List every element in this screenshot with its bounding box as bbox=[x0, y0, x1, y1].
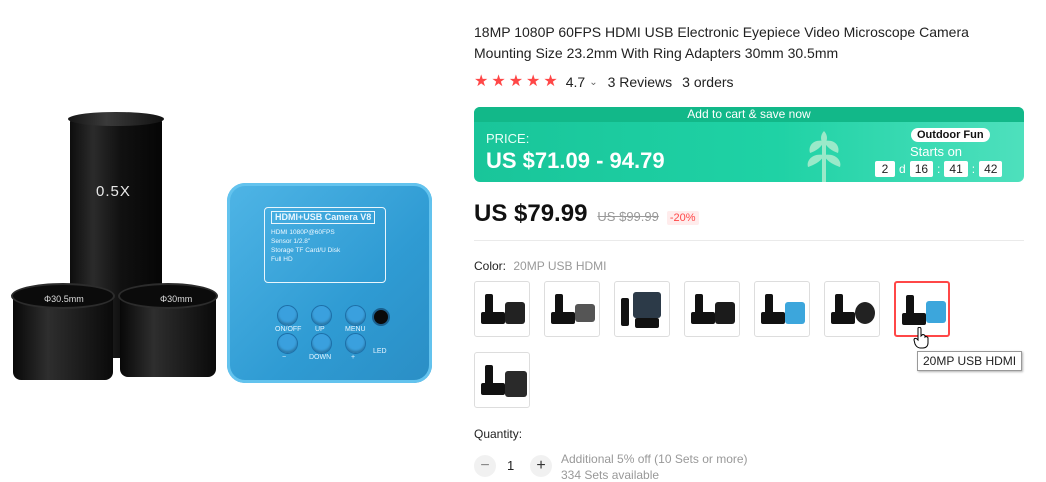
led-label: LED bbox=[373, 348, 387, 355]
countdown-hours: 16 bbox=[909, 161, 934, 177]
color-row: Color: 20MP USB HDMI bbox=[474, 259, 607, 273]
camera-button-label: MENU bbox=[345, 326, 366, 333]
camera-icon bbox=[345, 333, 366, 354]
camera-button-label: ON/OFF bbox=[275, 326, 302, 333]
led-light bbox=[372, 308, 390, 326]
divider bbox=[474, 240, 1024, 241]
countdown-sep: : bbox=[937, 162, 941, 176]
camera-button-label: DOWN bbox=[309, 354, 332, 361]
color-label: Color: bbox=[474, 259, 507, 273]
tube-label: 0.5X bbox=[96, 183, 131, 200]
menu-icon bbox=[345, 305, 366, 326]
hand-cursor-icon bbox=[913, 327, 929, 349]
discount-badge: -20% bbox=[666, 211, 699, 225]
color-swatch-2[interactable] bbox=[544, 281, 600, 337]
chevron-down-icon[interactable]: ⌄ bbox=[589, 77, 597, 88]
zoom-out-icon bbox=[311, 333, 332, 354]
power-icon bbox=[277, 305, 298, 326]
reviews-link[interactable]: 3 Reviews bbox=[608, 74, 673, 90]
color-swatch-6[interactable] bbox=[824, 281, 880, 337]
camera-spec: Storage TF Card/U Disk bbox=[271, 247, 341, 254]
zoom-in-icon bbox=[311, 305, 332, 326]
eyepiece-tube-rim bbox=[68, 112, 164, 126]
ring-right-label: Φ30mm bbox=[160, 294, 193, 304]
starts-on-label: Starts on bbox=[910, 144, 963, 159]
camera-button-label: + bbox=[351, 354, 356, 361]
star-icon: ★ bbox=[474, 73, 489, 90]
banner-top-text: Add to cart & save now bbox=[474, 107, 1024, 122]
quantity-plus-button[interactable]: + bbox=[530, 455, 552, 477]
camera-title: HDMI+USB Camera V8 bbox=[271, 211, 376, 224]
price-row: US $79.99 US $99.99 -20% bbox=[474, 200, 699, 228]
countdown-day-unit: d bbox=[899, 162, 906, 176]
promo-badge: Outdoor Fun bbox=[911, 128, 990, 142]
star-rating: ★ ★ ★ ★ ★ bbox=[474, 74, 558, 90]
quantity-minus-button[interactable]: − bbox=[474, 455, 496, 477]
ring-left-label: Φ30.5mm bbox=[44, 294, 84, 304]
countdown-minutes: 41 bbox=[944, 161, 968, 177]
color-swatch-4[interactable] bbox=[684, 281, 740, 337]
original-price: US $99.99 bbox=[597, 209, 659, 224]
price-range: US $71.09 - 94.79 bbox=[486, 148, 665, 173]
product-title: 18MP 1080P 60FPS HDMI USB Electronic Eye… bbox=[474, 24, 969, 61]
rating-value[interactable]: 4.7 bbox=[566, 74, 585, 90]
rating-row: ★ ★ ★ ★ ★ 4.7 ⌄ 3 Reviews 3 orders bbox=[474, 72, 734, 92]
record-icon bbox=[277, 333, 298, 354]
availability-note: 334 Sets available bbox=[561, 468, 660, 482]
camera-spec: Full HD bbox=[271, 256, 293, 263]
price-label: PRICE: bbox=[486, 131, 530, 146]
camera-spec-panel: HDMI+USB Camera V8 HDMI 1080P@60FPS Sens… bbox=[264, 207, 386, 283]
bulk-discount-note: Additional 5% off (10 Sets or more) bbox=[561, 452, 748, 466]
countdown-days: 2 bbox=[875, 161, 895, 177]
orders-count: 3 orders bbox=[682, 74, 734, 90]
product-image[interactable]: 0.5X Φ30.5mm Φ30mm HDMI+USB Camera V8 HD… bbox=[0, 0, 460, 471]
star-icon: ★ bbox=[543, 73, 558, 90]
color-swatch-5[interactable] bbox=[754, 281, 810, 337]
color-swatch-1[interactable] bbox=[474, 281, 530, 337]
countdown-seconds: 42 bbox=[979, 161, 1003, 177]
camera-spec: Sensor 1/2.8" bbox=[271, 238, 311, 245]
star-icon: ★ bbox=[508, 73, 524, 90]
camera-button-label: UP bbox=[315, 326, 325, 333]
color-swatch-3[interactable] bbox=[614, 281, 670, 337]
swatch-tooltip: 20MP USB HDMI bbox=[917, 351, 1023, 371]
promo-banner[interactable]: Add to cart & save now PRICE: US $71.09 … bbox=[474, 107, 1024, 182]
current-price: US $79.99 bbox=[474, 200, 588, 227]
star-icon: ★ bbox=[526, 73, 541, 90]
countdown-timer: 2 d 16 : 41 : 42 bbox=[875, 161, 1003, 177]
color-swatch-8[interactable] bbox=[474, 352, 530, 408]
star-icon: ★ bbox=[491, 73, 506, 90]
countdown-sep: : bbox=[971, 162, 976, 176]
quantity-label: Quantity: bbox=[474, 427, 523, 441]
camera-body: HDMI+USB Camera V8 HDMI 1080P@60FPS Sens… bbox=[227, 183, 432, 383]
color-selected-value: 20MP USB HDMI bbox=[513, 259, 607, 273]
leaf-icon bbox=[807, 131, 841, 182]
camera-spec: HDMI 1080P@60FPS bbox=[271, 229, 335, 236]
camera-button-label: − bbox=[282, 354, 287, 361]
